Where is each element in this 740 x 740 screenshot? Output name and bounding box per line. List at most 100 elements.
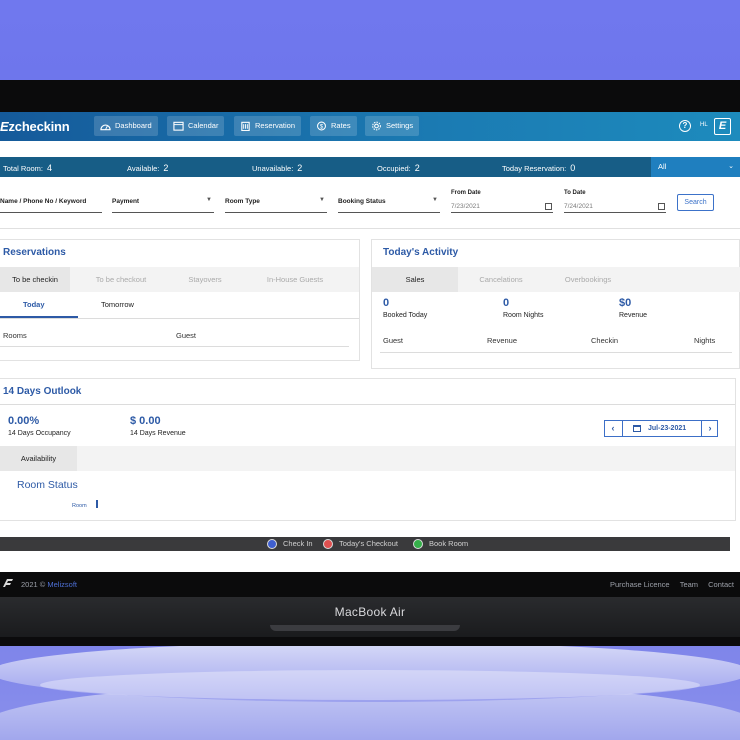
- footer-links: Purchase Licence Team Contact: [602, 580, 734, 589]
- room-axis-label: Room: [72, 503, 87, 509]
- stat-label: Available:: [127, 164, 160, 173]
- stat-value: 4: [47, 163, 53, 173]
- nav-calendar-button[interactable]: Calendar: [167, 116, 225, 136]
- tab-sales[interactable]: Sales: [372, 267, 458, 292]
- app-logo[interactable]: Ezcheckinn: [0, 119, 70, 134]
- payment-filter[interactable]: Payment: [112, 198, 139, 205]
- nav-rates-button[interactable]: $ Rates: [310, 116, 357, 136]
- chevron-right-icon[interactable]: ›: [702, 421, 718, 436]
- tab-stayovers[interactable]: Stayovers: [170, 267, 240, 292]
- to-date-underline: [564, 212, 666, 213]
- outlook-card: 14 Days Outlook 0.00% 14 Days Occupancy …: [0, 378, 736, 521]
- column-checkin: Checkin: [591, 336, 619, 345]
- caret-down-icon: ▼: [206, 197, 212, 203]
- reservations-title: Reservations: [3, 247, 66, 258]
- app-footer: 2021 © Melizsoft Purchase Licence Team C…: [0, 572, 740, 594]
- logo-text: zcheckinn: [8, 119, 70, 134]
- room-type-underline: [225, 212, 327, 213]
- book-room-dot: [413, 539, 423, 549]
- stat-unavailable: Unavailable: 2: [252, 163, 302, 173]
- brand-icon[interactable]: E: [714, 118, 731, 135]
- to-date-label: To Date: [564, 190, 586, 196]
- tab-to-be-checkin[interactable]: To be checkin: [0, 267, 70, 292]
- stat-value: 2: [414, 163, 420, 173]
- calendar-icon: [173, 121, 184, 131]
- to-date-input[interactable]: 7/24/2021: [564, 203, 593, 210]
- booked-today-label: Booked Today: [383, 312, 428, 319]
- app-screen: Ezcheckinn Dashboard Calendar Reservatio…: [0, 112, 740, 590]
- pedestal-shine: [40, 670, 700, 700]
- tab-availability[interactable]: Availability: [0, 446, 77, 471]
- from-date-input[interactable]: 7/23/2021: [451, 203, 480, 210]
- column-revenue: Revenue: [487, 336, 518, 345]
- tab-cancelations[interactable]: Cancelations: [464, 267, 538, 292]
- stat-label: Today Reservation:: [502, 164, 567, 173]
- dashboard-icon: [100, 124, 111, 131]
- divider: [0, 318, 359, 319]
- room-nights-value: 0: [503, 297, 510, 309]
- nav-dashboard-button[interactable]: Dashboard: [94, 116, 158, 136]
- nav-dashboard-label: Dashboard: [115, 121, 152, 130]
- stat-value: 2: [297, 163, 303, 173]
- column-rooms: Rooms: [3, 331, 27, 340]
- top-nav: Ezcheckinn Dashboard Calendar Reservatio…: [0, 112, 740, 141]
- purchase-licence-link[interactable]: Purchase Licence: [610, 580, 670, 589]
- contact-link[interactable]: Contact: [708, 580, 734, 589]
- stat-value: 0: [570, 163, 576, 173]
- nav-reservation-label: Reservation: [255, 121, 296, 130]
- team-link[interactable]: Team: [680, 580, 698, 589]
- subtab-tomorrow[interactable]: Tomorrow: [101, 300, 134, 309]
- caret-down-icon: ▼: [432, 197, 438, 203]
- revenue-label: Revenue: [619, 312, 648, 319]
- room-status-title: Room Status: [17, 479, 78, 491]
- tab-in-house-guests[interactable]: In-House Guests: [250, 267, 340, 292]
- nav-rates-label: Rates: [331, 121, 351, 130]
- help-icon[interactable]: ?: [679, 120, 691, 132]
- tab-overbookings[interactable]: Overbookings: [548, 267, 628, 292]
- subtab-today[interactable]: Today: [23, 300, 45, 309]
- activity-title: Today's Activity: [383, 247, 459, 258]
- room-filter-value: All: [658, 162, 667, 171]
- outlook-revenue-label: 14 Days Revenue: [130, 430, 186, 437]
- legend-check-in: Check In: [283, 539, 313, 548]
- room-filter-select[interactable]: All ⌄: [651, 157, 740, 177]
- laptop-base: MacBook Air: [0, 597, 740, 637]
- check-in-dot: [267, 539, 277, 549]
- stat-label: Total Room:: [3, 164, 44, 173]
- chevron-down-icon: ⌄: [728, 163, 734, 170]
- gear-icon: [372, 121, 381, 131]
- column-guest: Guest: [383, 336, 404, 345]
- keyword-filter[interactable]: Name / Phone No / Keyword: [0, 198, 86, 205]
- calendar-icon[interactable]: [658, 203, 665, 210]
- chevron-left-icon[interactable]: ‹: [605, 421, 621, 436]
- pedestal: [0, 640, 740, 740]
- calendar-icon[interactable]: [545, 203, 552, 210]
- room-type-filter[interactable]: Room Type: [225, 198, 260, 205]
- room-stats-bar: Total Room: 4 Available: 2 Unavailable: 2 O…: [0, 157, 740, 177]
- language-selector[interactable]: HL: [700, 122, 708, 128]
- copyright-year: 2021 ©: [21, 580, 46, 589]
- todays-activity-card: Today's Activity Sales Cancelations Over…: [371, 239, 740, 369]
- search-button[interactable]: Search: [677, 194, 714, 211]
- outlook-date-text: Jul-23-2021: [648, 425, 687, 432]
- booking-status-filter[interactable]: Booking Status: [338, 198, 386, 205]
- outlook-date-display[interactable]: Jul-23-2021: [622, 421, 702, 436]
- legend-book-room: Book Room: [429, 539, 469, 548]
- nav-settings-button[interactable]: Settings: [365, 116, 420, 136]
- copyright: 2021 © Melizsoft: [21, 580, 77, 589]
- occupancy-value: 0.00%: [8, 415, 40, 427]
- stat-occupied: Occupied: 2: [377, 163, 420, 173]
- building-icon: [241, 121, 250, 131]
- activity-tabs: Sales Cancelations Overbookings: [372, 267, 740, 292]
- nav-settings-label: Settings: [386, 121, 414, 130]
- nav-reservation-button[interactable]: Reservation: [234, 116, 302, 136]
- copyright-brand[interactable]: Melizsoft: [47, 580, 77, 589]
- tab-to-be-checkout[interactable]: To be checkout: [78, 267, 164, 292]
- logo-icon: [3, 579, 13, 587]
- booking-status-underline: [338, 212, 440, 213]
- stat-value: 2: [163, 163, 169, 173]
- stat-today-reservation: Today Reservation: 0: [502, 163, 575, 173]
- keyword-underline: [0, 212, 102, 213]
- legend-todays-checkout: Today's Checkout: [339, 539, 398, 548]
- checkout-dot: [323, 539, 333, 549]
